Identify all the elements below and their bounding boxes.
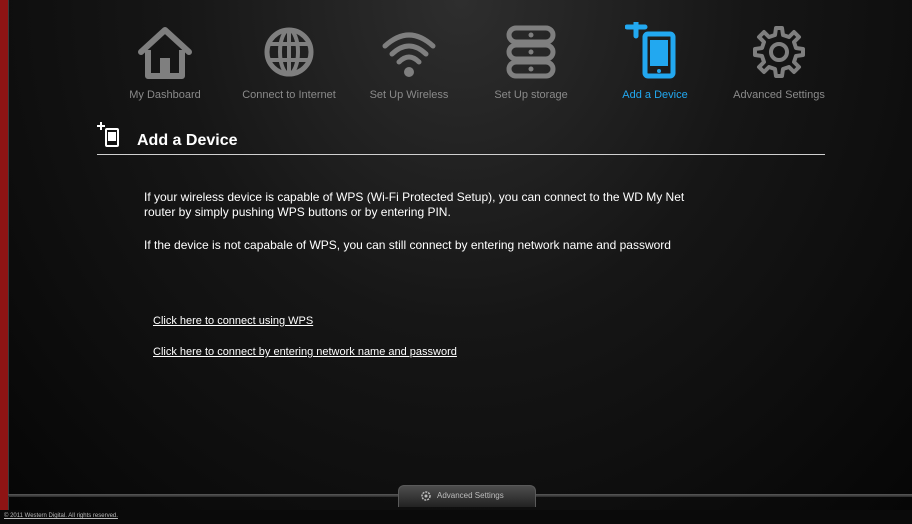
- nav-label: Connect to Internet: [242, 89, 336, 101]
- add-device-icon: [97, 122, 119, 147]
- gear-icon: [421, 491, 431, 501]
- house-icon: [138, 27, 192, 79]
- page-title: Add a Device: [137, 132, 238, 149]
- main-panel: My Dashboard Connect to Internet Set Up …: [8, 0, 912, 510]
- tab-label: Advanced Settings: [437, 491, 504, 500]
- nav-set-up-wireless[interactable]: Set Up Wireless: [349, 14, 469, 106]
- advanced-settings-tab[interactable]: Advanced Settings: [398, 485, 536, 507]
- nav-set-up-storage[interactable]: Set Up storage: [471, 14, 591, 106]
- storage-icon: [506, 25, 556, 79]
- nav-my-dashboard[interactable]: My Dashboard: [105, 14, 225, 106]
- nav-add-device[interactable]: Add a Device: [595, 14, 715, 106]
- gear-icon: [753, 26, 805, 78]
- section-header: Add a Device: [97, 122, 825, 155]
- wps-description: If your wireless device is capable of WP…: [144, 190, 685, 219]
- nav-label: Set Up storage: [494, 89, 568, 101]
- nav-connect-internet[interactable]: Connect to Internet: [229, 14, 349, 106]
- nav-label: My Dashboard: [129, 89, 201, 101]
- copyright-link[interactable]: © 2011 Western Digital. All rights reser…: [4, 513, 118, 519]
- connect-manual-link[interactable]: Click here to connect by entering networ…: [153, 346, 457, 358]
- nav-label: Advanced Settings: [733, 89, 825, 101]
- connect-wps-link[interactable]: Click here to connect using WPS: [153, 315, 313, 327]
- globe-icon: [264, 27, 314, 77]
- nav-label: Set Up Wireless: [369, 89, 449, 101]
- top-nav: My Dashboard Connect to Internet Set Up …: [105, 14, 845, 106]
- manual-description: If the device is not capabale of WPS, yo…: [144, 238, 671, 252]
- add-device-icon: [625, 22, 676, 79]
- wifi-icon: [382, 32, 436, 77]
- footer: © 2011 Western Digital. All rights reser…: [0, 510, 912, 524]
- nav-label: Add a Device: [622, 89, 688, 101]
- nav-advanced-settings[interactable]: Advanced Settings: [719, 14, 839, 106]
